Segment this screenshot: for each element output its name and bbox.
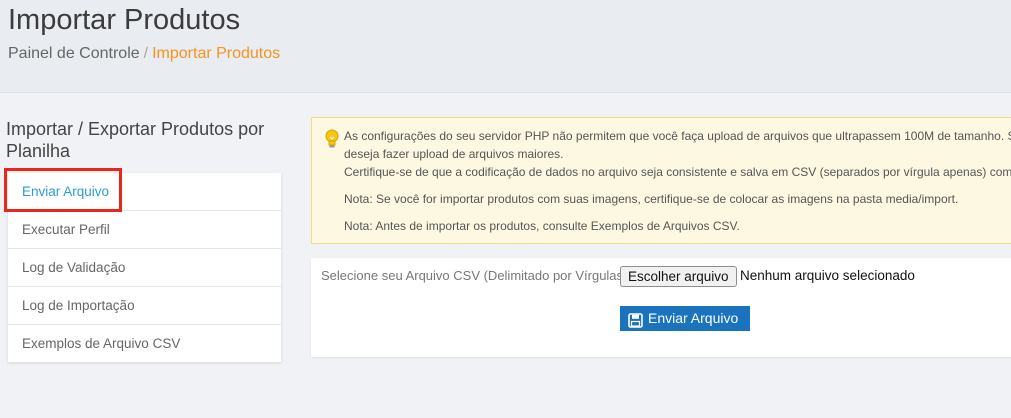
page-header: Importar Produtos Painel de Controle / Imp… [0, 0, 1011, 93]
highlight-annotation-box [4, 168, 122, 212]
lightbulb-icon [323, 128, 341, 150]
send-file-button[interactable]: Enviar Arquivo [620, 306, 750, 331]
choose-file-button[interactable]: Escolher arquivo [620, 266, 737, 287]
sidebar-item-exemplos-csv[interactable]: Exemplos de Arquivo CSV [8, 325, 281, 362]
breadcrumb-separator: / [143, 45, 149, 62]
file-status-text: Nenhum arquivo selecionado [740, 268, 915, 283]
breadcrumb: Painel de Controle / Importar Produtos [8, 45, 280, 63]
sidebar-item-executar-perfil[interactable]: Executar Perfil [8, 211, 281, 249]
breadcrumb-current: Importar Produtos [152, 45, 281, 62]
notice-text: As configurações do seu servidor PHP não… [344, 127, 1011, 235]
notice-line: Nota: Se você for importar produtos com … [344, 192, 959, 206]
sidebar-heading: Importar / Exportar Produtos por Planilh… [6, 119, 265, 161]
sidebar-item-log-validacao[interactable]: Log de Validação [8, 249, 281, 287]
notice-line: As configurações do seu servidor PHP não… [344, 129, 1011, 143]
upload-panel: Selecione seu Arquivo CSV (Delimitado po… [311, 258, 1011, 357]
php-limit-notice: As configurações do seu servidor PHP não… [311, 117, 1011, 244]
notice-line: Nota: Antes de importar os produtos, con… [344, 219, 740, 233]
send-file-button-label: Enviar Arquivo [648, 310, 739, 326]
csv-file-label: Selecione seu Arquivo CSV (Delimitado po… [321, 268, 631, 283]
breadcrumb-home-link[interactable]: Painel de Controle [8, 45, 140, 62]
save-icon [628, 311, 643, 328]
notice-line: deseja fazer upload de arquivos maiores. [344, 147, 564, 161]
sidebar-item-log-importacao[interactable]: Log de Importação [8, 287, 281, 325]
page-title: Importar Produtos [8, 4, 241, 36]
notice-line: Certifique-se de que a codificação de da… [344, 165, 1011, 179]
